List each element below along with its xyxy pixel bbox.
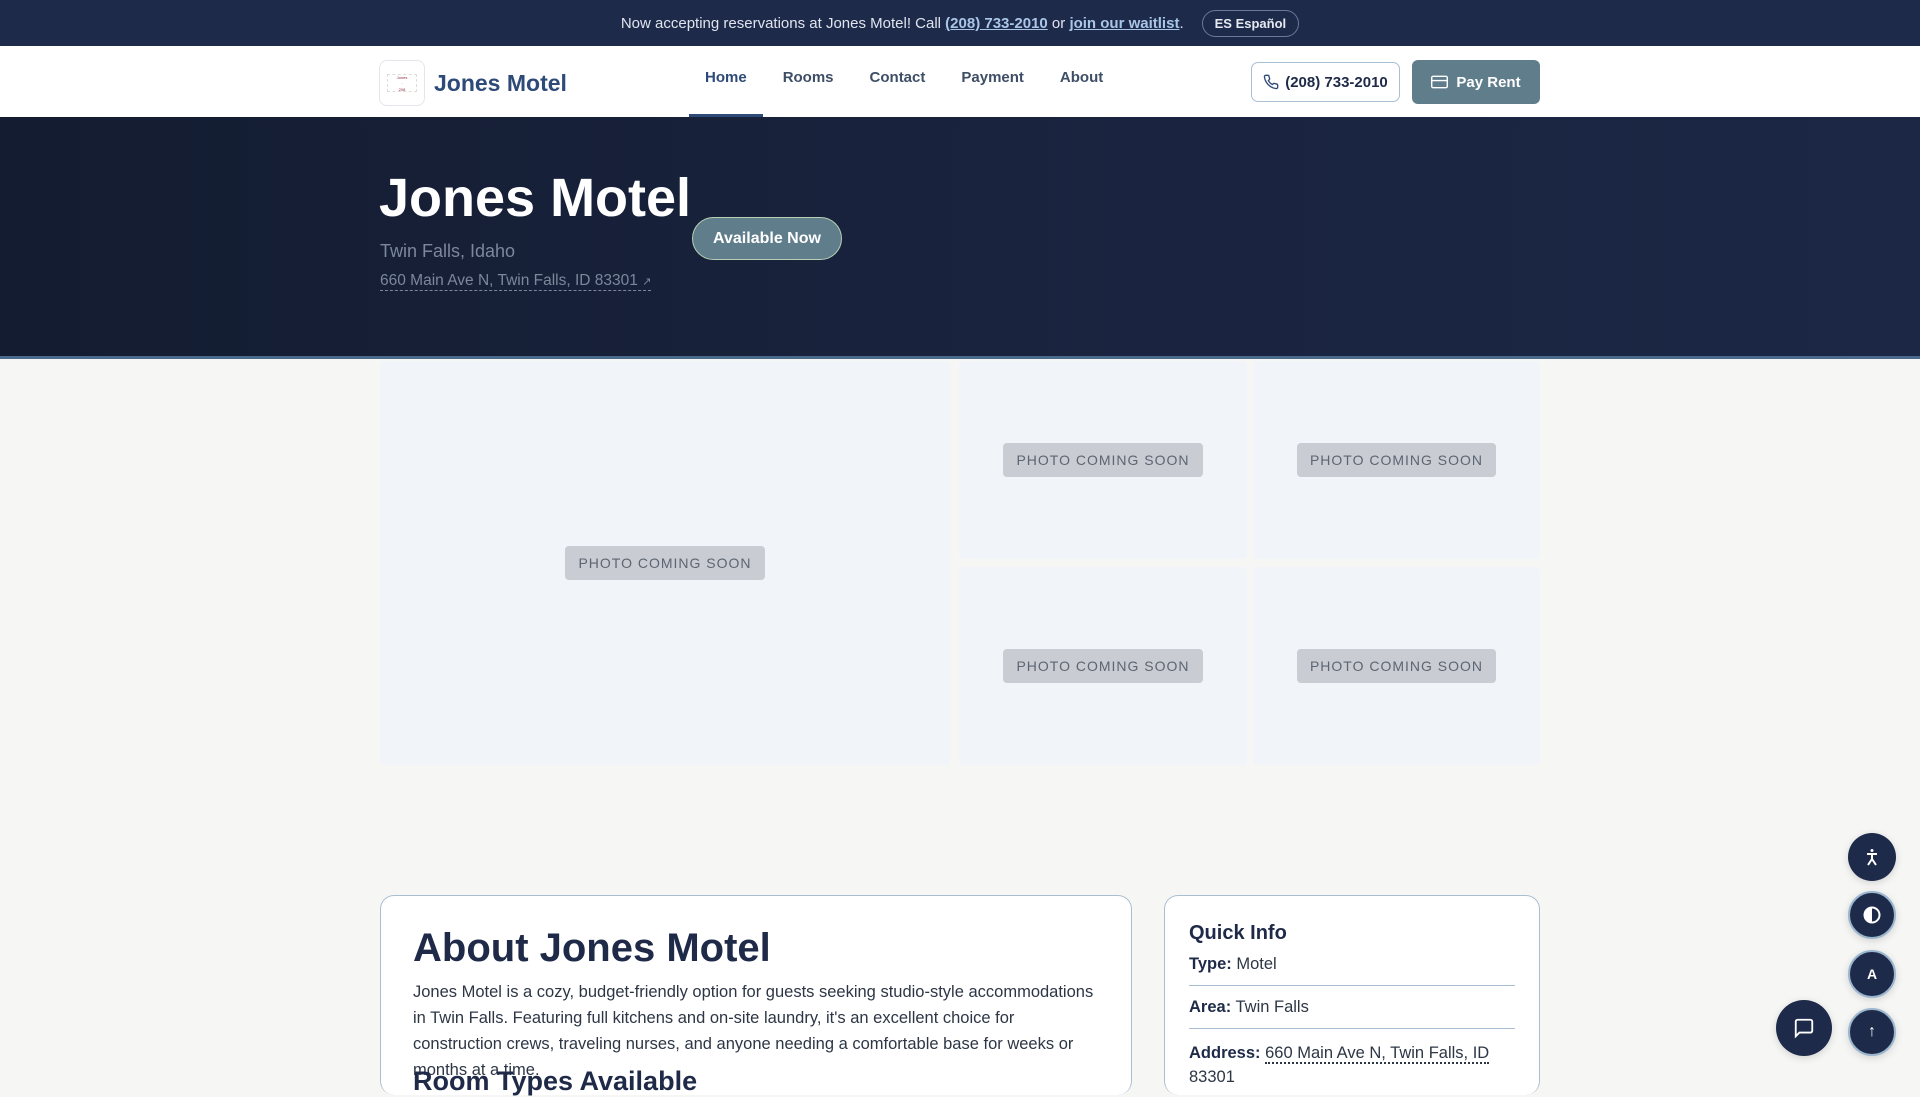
external-link-icon: ↗ xyxy=(642,276,652,288)
contrast-toggle-button[interactable] xyxy=(1848,891,1896,939)
pay-rent-button[interactable]: Pay Rent xyxy=(1412,60,1540,104)
language-toggle-button[interactable]: ES Español xyxy=(1201,9,1300,37)
credit-card-icon xyxy=(1431,75,1449,89)
area-label: Area: xyxy=(1189,998,1232,1016)
announcement-phone-link[interactable]: (208) 733-2010 xyxy=(945,15,1048,32)
address-label: Address: xyxy=(1189,1044,1261,1062)
nav-payment[interactable]: Payment xyxy=(945,46,1040,117)
quick-info-address: Address: 660 Main Ave N, Twin Falls, ID 8… xyxy=(1189,1041,1515,1089)
about-title: About Jones Motel xyxy=(413,926,771,970)
photo-main[interactable]: PHOTO COMING SOON xyxy=(380,361,950,765)
logo[interactable]: Jones · 208 xyxy=(379,60,425,106)
pay-rent-label: Pay Rent xyxy=(1456,73,1521,91)
availability-badge: Available Now xyxy=(692,217,842,260)
photo-thumb[interactable]: PHOTO COMING SOON xyxy=(1253,567,1540,765)
quick-info-card: Quick Info Type: Motel Area: Twin Falls … xyxy=(1164,895,1540,1095)
brand-name[interactable]: Jones Motel xyxy=(434,70,567,97)
photo-placeholder-label: PHOTO COMING SOON xyxy=(1296,443,1497,477)
nav-home[interactable]: Home xyxy=(689,46,763,117)
chat-button[interactable] xyxy=(1776,1000,1832,1056)
area-value: Twin Falls xyxy=(1235,998,1309,1016)
call-button[interactable]: (208) 733-2010 xyxy=(1251,62,1400,102)
contrast-icon xyxy=(1863,906,1881,924)
quick-info-address-link[interactable]: 660 Main Ave N, Twin Falls, ID xyxy=(1265,1044,1490,1064)
photo-placeholder-label: PHOTO COMING SOON xyxy=(565,546,765,580)
hero-address-text: 660 Main Ave N, Twin Falls, ID 83301 xyxy=(380,272,638,289)
accessibility-icon xyxy=(1867,849,1877,866)
photo-placeholder-label: PHOTO COMING SOON xyxy=(1003,443,1203,477)
chat-icon xyxy=(1794,1018,1814,1039)
room-types-heading: Room Types Available xyxy=(413,1066,698,1096)
announcement-text-or: or xyxy=(1047,14,1070,32)
main-nav: Jones · 208 Jones Motel Home Rooms Contact… xyxy=(0,46,1920,117)
hero-city: Twin Falls, Idaho xyxy=(380,241,516,261)
nav-rooms[interactable]: Rooms xyxy=(767,46,850,117)
phone-icon xyxy=(1263,74,1279,90)
hero: Jones Motel Twin Falls, Idaho 660 Main A… xyxy=(0,117,1920,359)
back-to-top-button[interactable]: ↑ xyxy=(1848,1008,1896,1056)
font-size-button[interactable]: A xyxy=(1848,950,1896,998)
quick-info-area: Area: Twin Falls xyxy=(1189,998,1515,1017)
about-card: About Jones Motel Jones Motel is a cozy,… xyxy=(380,895,1132,1096)
nav-contact[interactable]: Contact xyxy=(854,46,942,117)
announcement-period: . xyxy=(1179,14,1184,32)
divider xyxy=(1189,985,1515,986)
logo-image: Jones · 208 xyxy=(387,74,417,92)
photo-placeholder-label: PHOTO COMING SOON xyxy=(1296,649,1497,683)
hero-title: Jones Motel xyxy=(379,168,692,228)
type-value: Motel xyxy=(1236,955,1277,973)
accessibility-button[interactable] xyxy=(1848,833,1896,881)
photo-thumb[interactable]: PHOTO COMING SOON xyxy=(1253,361,1540,559)
type-label: Type: xyxy=(1189,955,1232,973)
photo-thumb[interactable]: PHOTO COMING SOON xyxy=(959,567,1247,765)
call-button-label: (208) 733-2010 xyxy=(1285,73,1388,91)
waitlist-link[interactable]: join our waitlist xyxy=(1069,15,1179,32)
photo-thumb[interactable]: PHOTO COMING SOON xyxy=(959,361,1247,559)
address-zip: 83301 xyxy=(1189,1068,1235,1086)
announcement-text: Now accepting reservations at Jones Mote… xyxy=(620,14,946,32)
announcement-bar: Now accepting reservations at Jones Mote… xyxy=(0,0,1920,46)
photo-placeholder-label: PHOTO COMING SOON xyxy=(1003,649,1203,683)
hero-address-link[interactable]: 660 Main Ave N, Twin Falls, ID 83301 ↗ xyxy=(380,272,652,291)
divider xyxy=(1189,1028,1515,1029)
nav-about[interactable]: About xyxy=(1044,46,1119,117)
quick-info-type: Type: Motel xyxy=(1189,955,1515,974)
quick-info-title: Quick Info xyxy=(1189,922,1287,944)
